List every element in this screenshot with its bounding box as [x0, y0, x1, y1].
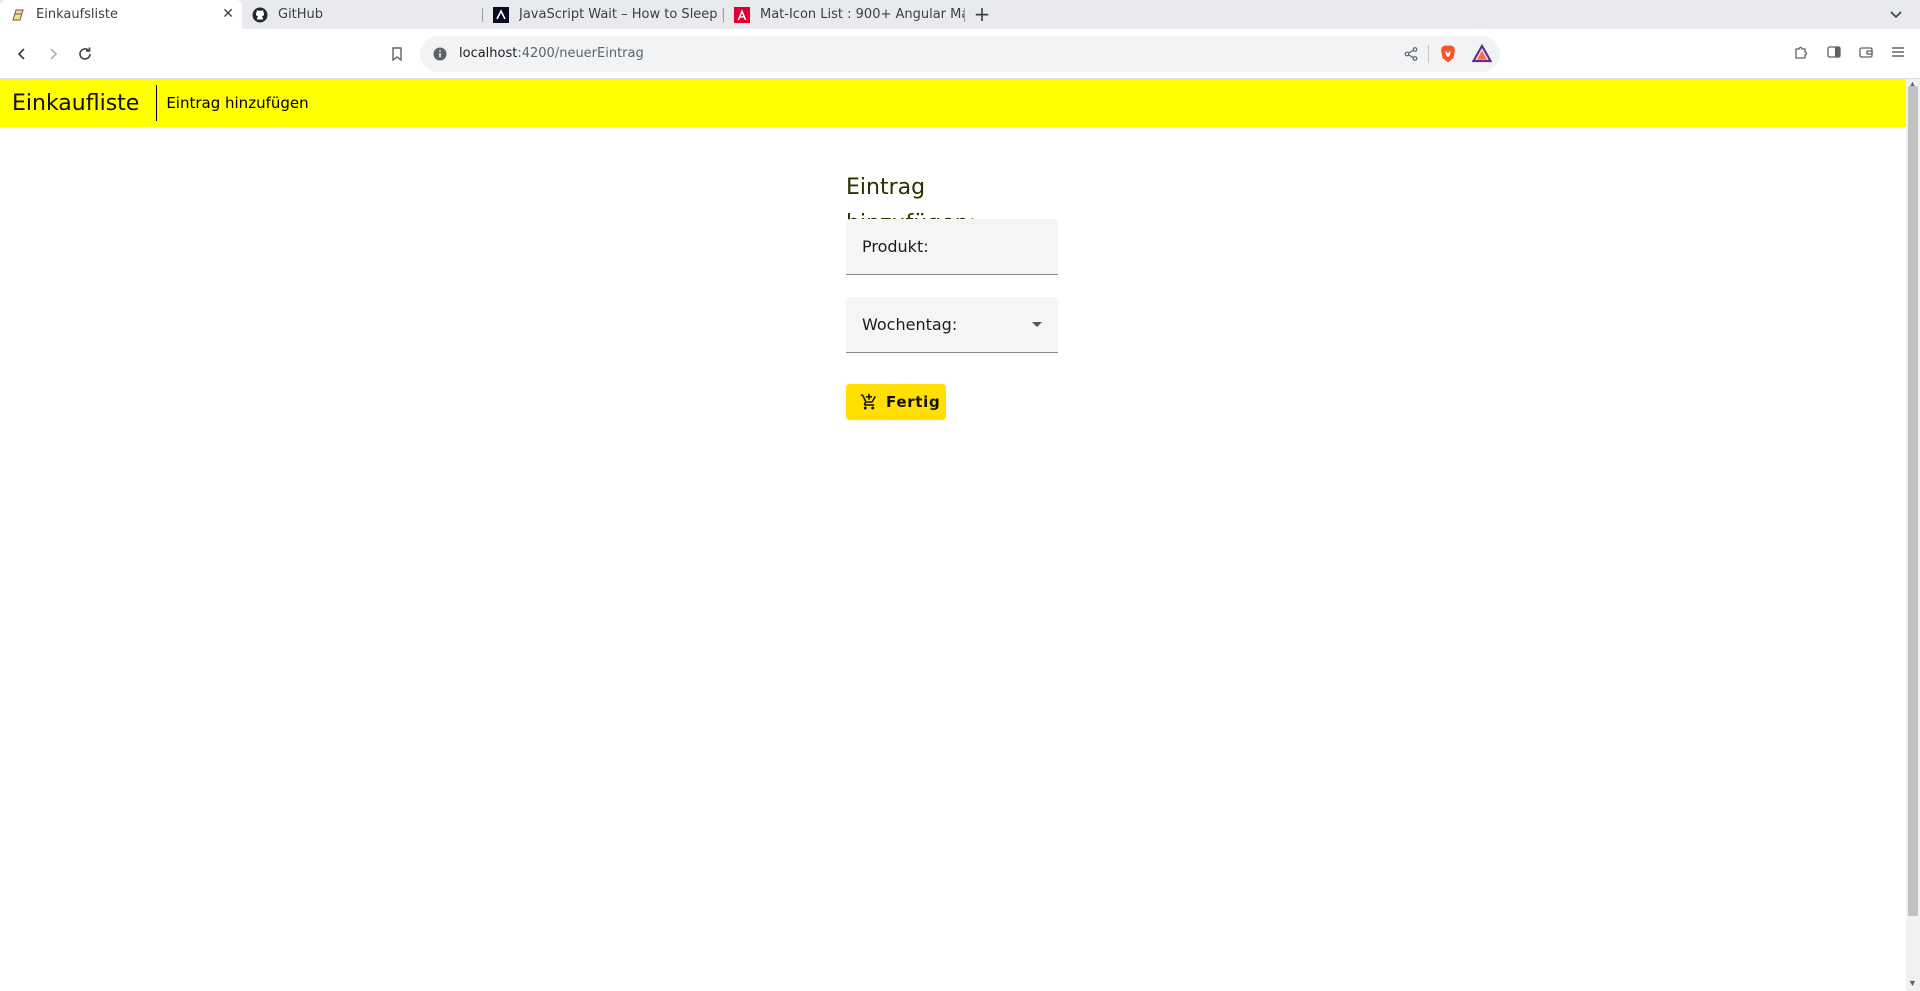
url-text[interactable]: localhost:4200/neuerEintrag [459, 46, 644, 61]
github-icon [252, 7, 268, 23]
scroll-down-arrow-icon[interactable]: ▼ [1908, 978, 1917, 988]
reload-icon[interactable] [73, 42, 97, 66]
nav-link-eintrag-hinzufuegen[interactable]: Eintrag hinzufügen [166, 94, 308, 112]
fertig-label: Fertig [886, 393, 941, 411]
app-brand-title[interactable]: Einkaufliste [12, 91, 139, 116]
add-entry-form: Eintrag hinzufügen: Produkt: Wochentag: … [846, 170, 1060, 420]
tab-title: JavaScript Wait – How to Sleep N S [519, 7, 723, 22]
sidebar-toggle-icon[interactable] [1824, 42, 1844, 62]
close-tab-icon[interactable]: ✕ [222, 6, 234, 22]
wochentag-select[interactable]: Wochentag: [846, 297, 1058, 353]
forward-arrow-icon[interactable] [41, 42, 65, 66]
tab-title: Mat-Icon List : 900+ Angular Materi [760, 7, 964, 22]
tab-title: Einkaufsliste [36, 7, 119, 22]
address-bar[interactable]: localhost:4200/neuerEintrag [420, 36, 1500, 72]
angular-icon [734, 6, 750, 23]
browser-tab-strip: Einkaufsliste ✕ GitHub JavaScript Wait –… [0, 0, 1920, 29]
wochentag-label: Wochentag: [862, 315, 958, 334]
back-arrow-icon[interactable] [10, 42, 34, 66]
share-icon[interactable] [1403, 46, 1419, 62]
tab-mat-icon-list[interactable]: Mat-Icon List : 900+ Angular Materi [724, 0, 964, 29]
dropdown-arrow-icon [1032, 322, 1042, 327]
freecodecamp-icon [493, 6, 509, 23]
header-divider [156, 85, 158, 121]
einkaufsliste-favicon-icon [10, 7, 26, 23]
form-heading: Eintrag hinzufügen: [846, 175, 976, 236]
tab-github[interactable]: GitHub [242, 0, 482, 29]
brave-shields-icon[interactable] [1438, 44, 1458, 64]
tab-separator [964, 8, 965, 22]
new-tab-button[interactable]: + [970, 2, 994, 26]
wallet-icon[interactable] [1856, 42, 1876, 62]
menu-hamburger-icon[interactable] [1888, 42, 1908, 62]
omnibox-divider [1428, 45, 1429, 63]
site-info-icon[interactable] [432, 46, 448, 62]
tab-list-chevron-down-icon[interactable] [1886, 4, 1906, 24]
extensions-puzzle-icon[interactable] [1791, 42, 1811, 62]
tab-title: GitHub [278, 7, 324, 22]
app-header: Einkaufliste Eintrag hinzufügen [0, 79, 1906, 127]
add-shopping-cart-icon [860, 393, 878, 411]
produkt-input[interactable]: Produkt: [846, 219, 1058, 275]
produkt-label: Produkt: [862, 237, 929, 256]
tab-einkaufsliste[interactable]: Einkaufsliste ✕ [0, 0, 242, 29]
brave-rewards-icon[interactable] [1471, 43, 1493, 64]
scrollbar-thumb[interactable] [1908, 86, 1918, 916]
browser-toolbar: localhost:4200/neuerEintrag [0, 29, 1920, 79]
bookmark-icon[interactable] [385, 42, 409, 66]
tab-javascript-wait[interactable]: JavaScript Wait – How to Sleep N S [483, 0, 723, 29]
fertig-button[interactable]: Fertig [846, 384, 946, 420]
